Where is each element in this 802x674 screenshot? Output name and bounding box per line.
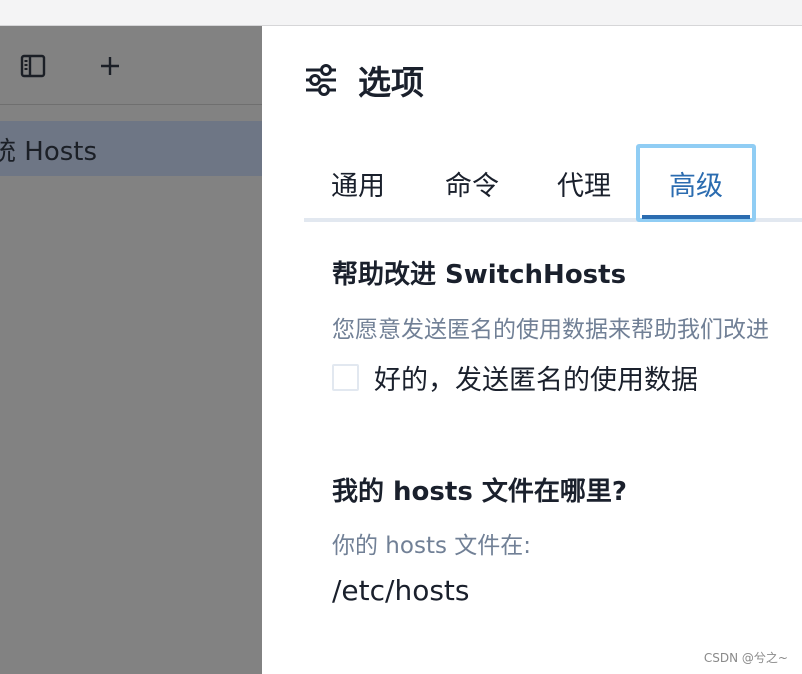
- sidebar-item-system-hosts[interactable]: 统 Hosts: [0, 121, 262, 176]
- improve-title: 帮助改进 SwitchHosts: [332, 260, 627, 290]
- sliders-icon: [306, 64, 336, 96]
- tab-advanced[interactable]: 高级: [636, 144, 756, 222]
- send-usage-data-checkbox[interactable]: [332, 364, 359, 391]
- checkbox-label: 好的，发送匿名的使用数据: [374, 365, 698, 396]
- hosts-file-path: /etc/hosts: [332, 574, 470, 607]
- tab-label: 高级: [669, 170, 723, 202]
- watermark: CSDN @兮之~: [703, 651, 788, 665]
- improve-section: 帮助改进 SwitchHosts: [332, 254, 626, 291]
- hosts-location-description-wrap: 你的 hosts 文件在:: [332, 526, 531, 560]
- sidebar: 统 Hosts: [0, 26, 262, 674]
- window-top-bar: [0, 0, 802, 26]
- hosts-location-section: 我的 hosts 文件在哪里?: [332, 471, 627, 508]
- improve-description-wrap: 您愿意发送匿名的使用数据来帮助我们改进: [332, 310, 769, 344]
- page-title: 选项: [358, 63, 424, 102]
- panel-header: 选项: [304, 56, 424, 104]
- sidebar-item-label: 统 Hosts: [0, 137, 98, 167]
- hosts-location-title: 我的 hosts 文件在哪里?: [332, 477, 627, 507]
- active-tab-indicator: [642, 215, 750, 219]
- plus-icon[interactable]: [96, 52, 124, 80]
- sidebar-toolbar: [0, 26, 262, 105]
- send-usage-data-checkbox-row[interactable]: 好的，发送匿名的使用数据: [332, 358, 698, 397]
- tab-label: 命令: [445, 170, 499, 202]
- options-panel: 选项 通用 命令 代理 高级 帮助改进 SwitchHosts 您愿意发送匿名的…: [262, 26, 802, 674]
- sidebar-toggle-icon[interactable]: [19, 52, 47, 80]
- tab-general[interactable]: 通用: [304, 144, 412, 222]
- hosts-location-description: 你的 hosts 文件在:: [332, 533, 532, 559]
- tab-commands[interactable]: 命令: [416, 144, 528, 222]
- tab-proxy[interactable]: 代理: [528, 144, 640, 222]
- tab-bar: 通用 命令 代理 高级: [304, 144, 802, 222]
- tab-label: 代理: [557, 170, 611, 202]
- tab-label: 通用: [331, 170, 385, 202]
- improve-description: 您愿意发送匿名的使用数据来帮助我们改进: [332, 317, 769, 343]
